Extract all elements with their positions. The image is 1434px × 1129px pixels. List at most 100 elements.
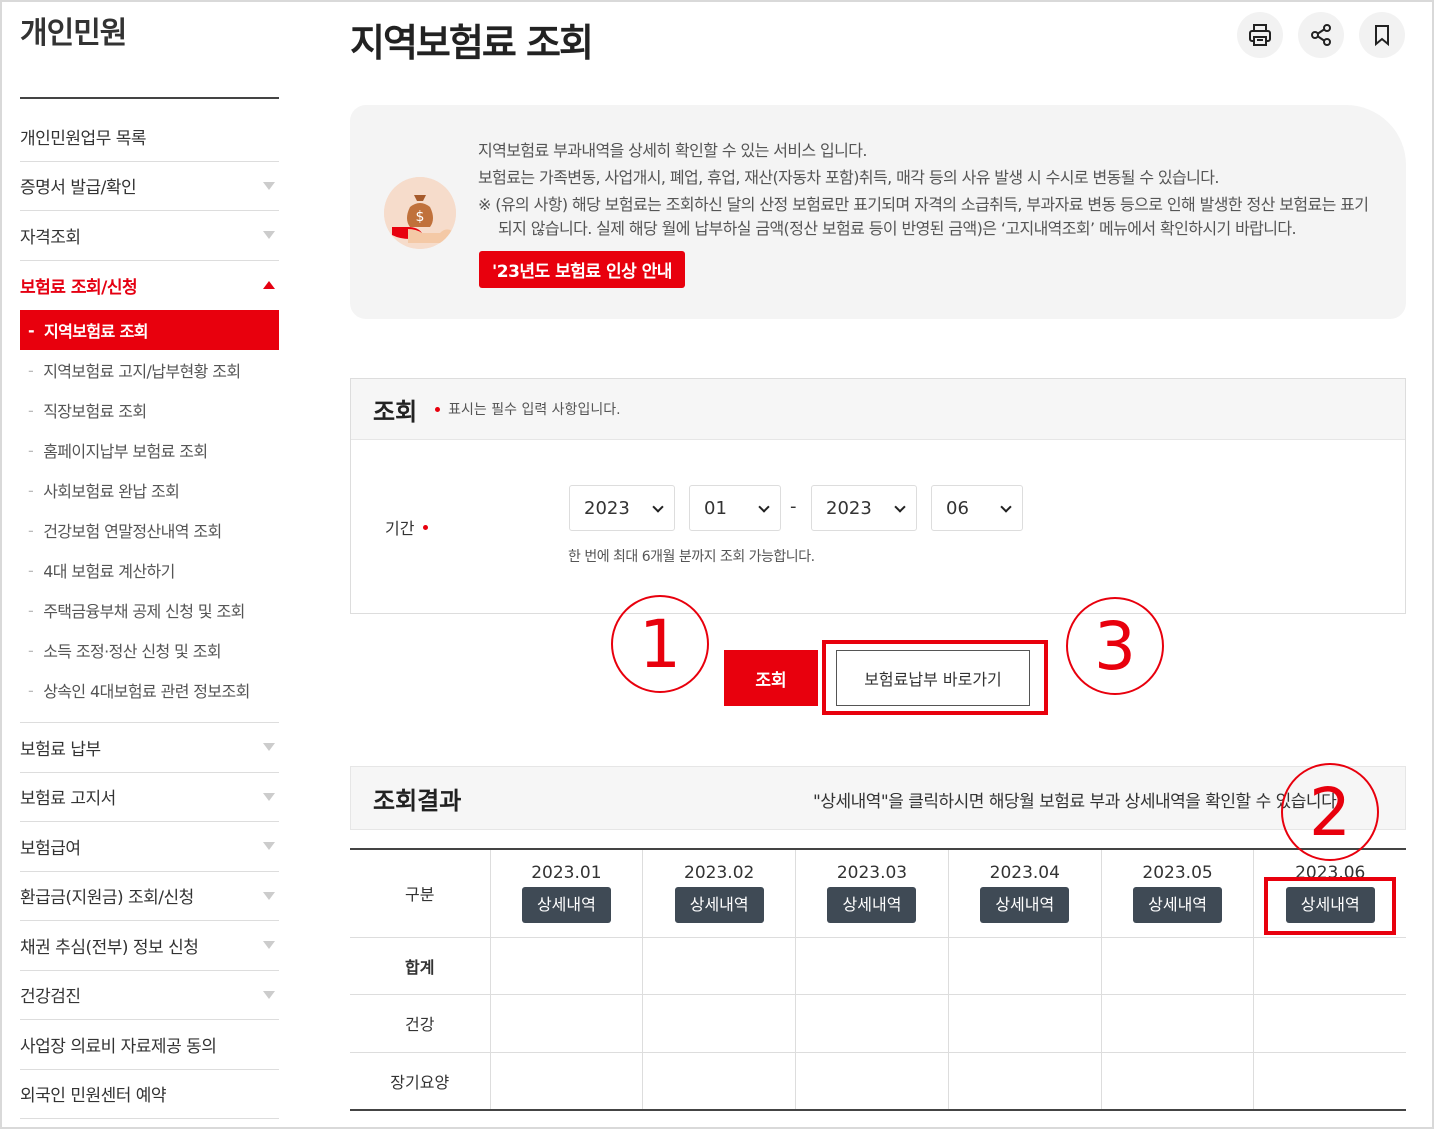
print-icon bbox=[1249, 24, 1271, 46]
submenu-item[interactable]: - 홈페이지납부 보험료 조회 bbox=[20, 430, 279, 470]
required-note: 표시는 필수 입력 사항입니다. bbox=[435, 399, 621, 419]
month-column: 2023.04 상세내역 bbox=[947, 849, 1102, 938]
sidebar-item-label: 건강검진 bbox=[20, 987, 81, 1008]
annotation-circle-3: 3 bbox=[1066, 597, 1164, 695]
start-month-value: 01 bbox=[704, 497, 727, 519]
row-label: 합계 bbox=[350, 937, 490, 995]
table-cell bbox=[489, 1052, 643, 1110]
premium-increase-notice-button[interactable]: '23년도 보험료 인상 안내 bbox=[479, 251, 685, 288]
submenu-item[interactable]: - 지역보험료 고지/납부현황 조회 bbox=[20, 350, 279, 390]
detail-button[interactable]: 상세내역 bbox=[1133, 887, 1223, 924]
end-year-select[interactable]: 2023 bbox=[811, 485, 917, 531]
page-title: 지역보험료 조회 bbox=[350, 21, 594, 65]
sidebar-item-label: 보험료 고지서 bbox=[20, 789, 116, 810]
table-cell bbox=[1253, 994, 1406, 1053]
sidebar-item-label: 사업장 의료비 자료제공 동의 bbox=[20, 1036, 217, 1057]
start-year-value: 2023 bbox=[584, 497, 630, 519]
info-line-1: 지역보험료 부과내역을 상세히 확인할 수 있는 서비스 입니다. bbox=[478, 141, 867, 160]
submenu-item[interactable]: - 직장보험료 조회 bbox=[20, 390, 279, 430]
annotation-highlight-3 bbox=[822, 640, 1048, 715]
sidebar-item-certificates[interactable]: 증명서 발급/확인 bbox=[20, 162, 279, 211]
print-button[interactable] bbox=[1237, 12, 1283, 58]
chevron-down-icon bbox=[894, 501, 906, 513]
end-year-value: 2023 bbox=[826, 497, 872, 519]
period-label: 기간 bbox=[385, 515, 429, 539]
month-label: 2023.03 bbox=[836, 863, 908, 884]
detail-button[interactable]: 상세내역 bbox=[521, 887, 611, 924]
info-line-2: 보험료는 가족변동, 사업개시, 폐업, 휴업, 재산(자동차 포함)취득, 매… bbox=[478, 168, 1220, 187]
table-cell bbox=[489, 994, 643, 1053]
sidebar-item-qualification[interactable]: 자격조회 bbox=[20, 211, 279, 261]
sidebar-item-medical-consent[interactable]: 사업장 의료비 자료제공 동의 bbox=[20, 1020, 279, 1070]
chevron-down-icon bbox=[263, 792, 275, 801]
search-panel-title: 조회 bbox=[373, 397, 418, 426]
share-button[interactable] bbox=[1298, 12, 1344, 58]
sidebar-item-premium[interactable]: 보험료 조회/신청 bbox=[20, 261, 279, 311]
sidebar-item-label: 환급금(지원금) 조회/신청 bbox=[20, 888, 194, 909]
sidebar-item-list[interactable]: 개인민원업무 목록 bbox=[20, 112, 279, 162]
required-dot-icon bbox=[423, 524, 429, 530]
sidebar-item-payment[interactable]: 보험료 납부 bbox=[20, 723, 279, 773]
submenu-label: 지역보험료 고지/납부현황 조회 bbox=[43, 362, 241, 381]
result-header: 조회결과 "상세내역"을 클릭하시면 해당월 보험료 부과 상세내역을 확인할 … bbox=[350, 766, 1406, 830]
submenu-item-regional-premium[interactable]: - 지역보험료 조회 bbox=[20, 310, 279, 350]
sidebar-item-foreigner[interactable]: 외국인 민원센터 예약 bbox=[20, 1070, 279, 1119]
detail-button[interactable]: 상세내역 bbox=[674, 887, 764, 924]
table-cell bbox=[642, 1052, 796, 1110]
table-cell bbox=[1100, 994, 1254, 1053]
table-cell bbox=[1100, 937, 1254, 995]
month-column: 2023.01 상세내역 bbox=[489, 849, 643, 938]
chevron-down-icon bbox=[263, 941, 275, 950]
table-cell bbox=[795, 1052, 949, 1110]
end-month-select[interactable]: 06 bbox=[931, 485, 1023, 531]
submenu-item[interactable]: - 사회보험료 완납 조회 bbox=[20, 470, 279, 510]
sidebar-item-bill[interactable]: 보험료 고지서 bbox=[20, 773, 279, 822]
detail-button[interactable]: 상세내역 bbox=[827, 887, 917, 924]
row-label: 장기요양 bbox=[350, 1052, 490, 1110]
sidebar-item-benefits[interactable]: 보험급여 bbox=[20, 822, 279, 872]
row-label: 건강 bbox=[350, 994, 490, 1053]
share-icon bbox=[1311, 24, 1331, 46]
submenu-label: 홈페이지납부 보험료 조회 bbox=[43, 442, 208, 461]
chevron-down-icon bbox=[263, 743, 275, 752]
required-dot-icon bbox=[435, 406, 441, 412]
submenu-item[interactable]: -4대 보험료 계산하기 bbox=[20, 550, 279, 590]
chevron-down-icon bbox=[758, 501, 770, 513]
submenu-item[interactable]: - 소득 조정·정산 신청 및 조회 bbox=[20, 630, 279, 670]
sidebar-item-label: 보험료 납부 bbox=[20, 739, 101, 760]
month-label: 2023.04 bbox=[989, 863, 1060, 884]
chevron-down-icon bbox=[1000, 501, 1012, 513]
sidebar-item-label: 개인민원업무 목록 bbox=[20, 128, 147, 149]
bookmark-icon bbox=[1375, 25, 1389, 47]
start-year-select[interactable]: 2023 bbox=[569, 485, 675, 531]
sidebar-item-checkup[interactable]: 건강검진 bbox=[20, 971, 279, 1020]
table-cell bbox=[1253, 937, 1406, 995]
table-cell bbox=[795, 994, 949, 1053]
chevron-down-icon bbox=[652, 501, 664, 513]
detail-button[interactable]: 상세내역 bbox=[980, 887, 1070, 924]
info-text: 지역보험료 부과내역을 상세히 확인할 수 있는 서비스 입니다. 보험료는 가… bbox=[478, 137, 1378, 241]
search-button[interactable]: 조회 bbox=[724, 650, 818, 706]
start-month-select[interactable]: 01 bbox=[689, 485, 781, 531]
month-column: 2023.02 상세내역 bbox=[642, 849, 796, 938]
table-cell bbox=[795, 937, 949, 995]
money-bag-icon: $ bbox=[384, 177, 456, 249]
table-header-label: 구분 bbox=[350, 849, 490, 938]
annotation-highlight-2 bbox=[1264, 877, 1396, 935]
table-row: 건강 bbox=[350, 994, 1406, 1053]
submenu-item[interactable]: - 주택금융부채 공제 신청 및 조회 bbox=[20, 590, 279, 630]
end-month-value: 06 bbox=[946, 497, 969, 519]
bookmark-button[interactable] bbox=[1359, 12, 1405, 58]
month-column: 2023.03 상세내역 bbox=[795, 849, 949, 938]
sidebar-item-label: 보험료 조회/신청 bbox=[20, 277, 138, 298]
sidebar-item-label: 자격조회 bbox=[20, 227, 81, 248]
submenu-item[interactable]: - 건강보험 연말정산내역 조회 bbox=[20, 510, 279, 550]
submenu-label: 지역보험료 조회 bbox=[44, 322, 148, 341]
table-cell bbox=[947, 937, 1102, 995]
sidebar-item-collection[interactable]: 채권 추심(전부) 정보 신청 bbox=[20, 921, 279, 971]
sidebar-item-refund[interactable]: 환급금(지원금) 조회/신청 bbox=[20, 872, 279, 921]
required-note-text: 표시는 필수 입력 사항입니다. bbox=[448, 402, 621, 418]
svg-text:$: $ bbox=[416, 209, 425, 225]
submenu-item[interactable]: - 상속인 4대보험료 관련 정보조회 bbox=[20, 670, 279, 710]
sidebar-item-label: 보험급여 bbox=[20, 838, 81, 859]
